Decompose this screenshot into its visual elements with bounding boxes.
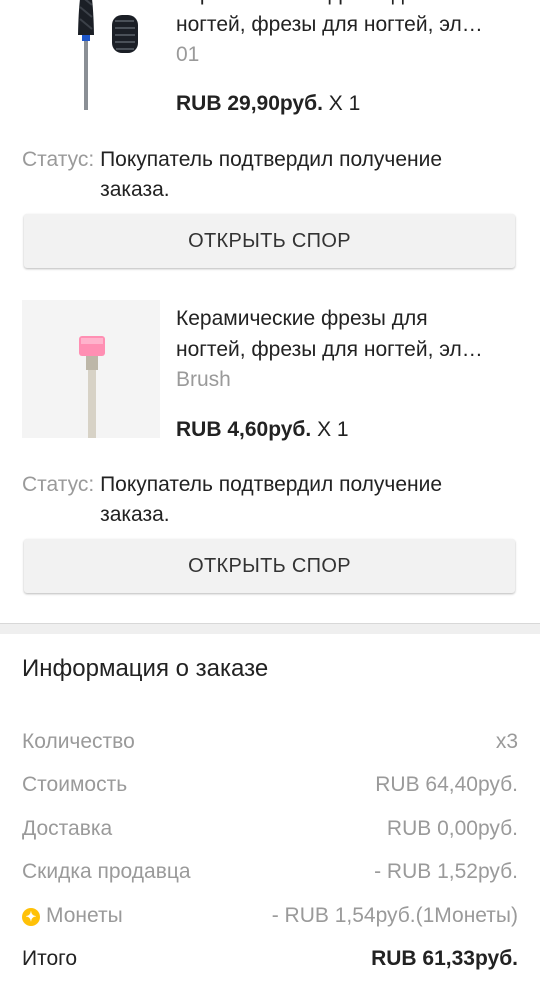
status-text: Покупатель подтвердил получение заказа. <box>100 473 443 526</box>
row-value: x3 <box>495 730 518 753</box>
section-divider <box>0 623 540 634</box>
order-info-row-shipping: Доставка RUB 0,00руб. <box>22 817 518 847</box>
quantity: X 1 <box>317 418 349 441</box>
order-status: Статус: Покупатель подтвердил получение … <box>22 470 522 530</box>
status-text: Покупатель подтвердил получение заказа. <box>100 148 443 201</box>
order-info-row-total: Итого RUB 61,33руб. <box>22 947 518 977</box>
product-variant: 01 <box>176 43 200 66</box>
product-title[interactable]: Керамические фрезы для ногтей, фрезы для… <box>176 303 521 365</box>
open-dispute-button[interactable]: ОТКРЫТЬ СПОР <box>24 539 515 593</box>
product-title-line[interactable]: Керамические фрезы для <box>176 0 521 9</box>
row-label: Скидка продавца <box>22 860 191 883</box>
price-value: RUB 29,90руб. <box>176 92 323 115</box>
row-value: RUB 0,00руб. <box>386 817 518 840</box>
order-info-title: Информация о заказе <box>22 655 269 682</box>
row-value: - RUB 1,54руб.(1Монеты) <box>271 904 518 927</box>
product-image[interactable] <box>22 0 160 113</box>
product-image[interactable] <box>22 300 160 438</box>
open-dispute-button[interactable]: ОТКРЫТЬ СПОР <box>24 214 515 268</box>
price-value: RUB 4,60руб. <box>176 418 312 441</box>
coin-icon: ✦ <box>22 908 40 926</box>
product-title-line[interactable]: Керамические фрезы для <box>176 303 521 334</box>
status-label: Статус: <box>22 148 95 171</box>
order-info-row-coins: ✦ Монеты - RUB 1,54руб.(1Монеты) <box>22 904 518 934</box>
row-value: RUB 61,33руб. <box>371 947 518 970</box>
product-title-line[interactable]: ногтей, фрезы для ногтей, эл… <box>176 334 521 365</box>
order-status: Статус: Покупатель подтвердил получение … <box>22 145 522 205</box>
row-value: - RUB 1,52руб. <box>374 860 518 883</box>
order-info-row-seller-discount: Скидка продавца - RUB 1,52руб. <box>22 860 518 890</box>
product-variant: Brush <box>176 368 231 391</box>
order-info-row-quantity: Количество x3 <box>22 730 518 760</box>
row-label: Монеты <box>46 904 123 927</box>
row-label-wrap: ✦ Монеты <box>22 904 123 928</box>
product-price: RUB 4,60руб. X 1 <box>176 418 349 442</box>
product-title[interactable]: Керамические фрезы для ногтей, фрезы для… <box>176 0 521 40</box>
row-label: Стоимость <box>22 773 128 796</box>
row-label: Итого <box>22 947 78 970</box>
quantity: X 1 <box>328 92 361 115</box>
row-value: RUB 64,40руб. <box>375 773 518 796</box>
status-label: Статус: <box>22 473 95 496</box>
product-price: RUB 29,90руб. X 1 <box>176 92 360 116</box>
nail-drill-bit-image <box>78 0 138 110</box>
row-label: Количество <box>22 730 135 753</box>
product-title-line[interactable]: ногтей, фрезы для ногтей, эл… <box>176 9 521 40</box>
brush-bit-image <box>79 336 105 438</box>
order-info-row-cost: Стоимость RUB 64,40руб. <box>22 773 518 803</box>
row-label: Доставка <box>22 817 113 840</box>
